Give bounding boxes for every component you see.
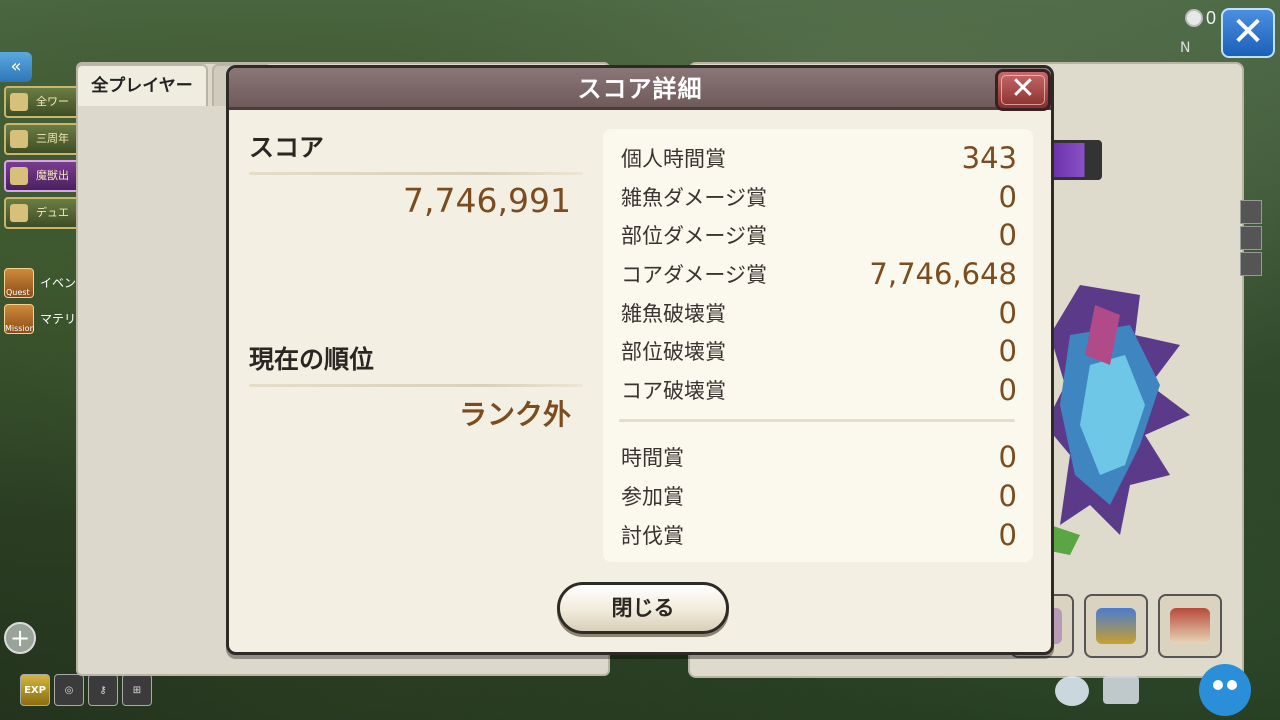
breakdown-label: 個人時間賞 [621, 147, 726, 172]
breakdown-label: 討伐賞 [621, 523, 684, 548]
rank-section: 現在の順位 ランク外 [249, 340, 583, 433]
breakdown-row: コア破壊賞 0 [603, 371, 1033, 410]
breakdown-label: コアダメージ賞 [621, 263, 767, 288]
breakdown-label: 部位ダメージ賞 [621, 224, 767, 249]
breakdown-label: コア破壊賞 [621, 378, 726, 403]
breakdown-value: 7,746,648 [869, 257, 1017, 292]
divider [249, 172, 583, 175]
breakdown-list-top: 個人時間賞 343 雑魚ダメージ賞 0 部位ダメージ賞 0 コアダメージ賞 7,… [603, 129, 1033, 409]
breakdown-row: 個人時間賞 343 [603, 139, 1033, 178]
breakdown-value: 0 [998, 517, 1017, 552]
breakdown-value: 0 [998, 218, 1017, 253]
score-value: 7,746,991 [403, 181, 571, 220]
breakdown-value: 0 [998, 440, 1017, 475]
rank-value: ランク外 [458, 398, 571, 431]
breakdown-value: 0 [998, 295, 1017, 330]
dialog-close-icon[interactable]: ✕ [995, 69, 1051, 111]
score-summary: スコア 7,746,991 現在の順位 ランク外 [249, 128, 583, 433]
breakdown-row: 討伐賞 0 [603, 515, 1033, 554]
divider [249, 384, 583, 387]
breakdown-row: 雑魚ダメージ賞 0 [603, 178, 1033, 217]
breakdown-row: 部位破壊賞 0 [603, 332, 1033, 371]
breakdown-value: 343 [961, 141, 1017, 176]
breakdown-divider [619, 419, 1015, 423]
score-detail-dialog: スコア詳細 ✕ スコア 7,746,991 現在の順位 ランク外 個人時間賞 3… [226, 65, 1054, 655]
breakdown-value: 0 [998, 479, 1017, 514]
breakdown-value: 0 [998, 334, 1017, 369]
breakdown-label: 雑魚ダメージ賞 [621, 185, 767, 210]
breakdown-row: 部位ダメージ賞 0 [603, 216, 1033, 255]
close-button[interactable]: 閉じる [557, 582, 729, 634]
breakdown-value: 0 [998, 179, 1017, 214]
score-label: スコア [249, 133, 325, 162]
rank-label: 現在の順位 [249, 345, 375, 374]
dialog-title: スコア詳細 [229, 68, 1051, 110]
breakdown-value: 0 [998, 372, 1017, 407]
breakdown-row: 雑魚破壊賞 0 [603, 293, 1033, 332]
breakdown-label: 雑魚破壊賞 [621, 301, 726, 326]
breakdown-row: コアダメージ賞 7,746,648 [603, 255, 1033, 294]
breakdown-label: 時間賞 [621, 446, 684, 471]
breakdown-row: 参加賞 0 [603, 477, 1033, 516]
breakdown-label: 部位破壊賞 [621, 340, 726, 365]
breakdown-label: 参加賞 [621, 485, 684, 510]
breakdown-list-bottom: 時間賞 0 参加賞 0 討伐賞 0 [603, 438, 1033, 554]
breakdown-row: 時間賞 0 [603, 438, 1033, 477]
score-breakdown-card: 個人時間賞 343 雑魚ダメージ賞 0 部位ダメージ賞 0 コアダメージ賞 7,… [603, 129, 1033, 562]
